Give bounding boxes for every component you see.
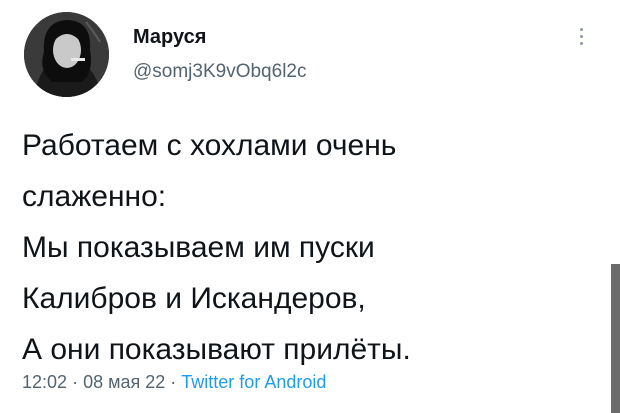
tweet-source-link[interactable]: Twitter for Android [181,372,326,392]
tweet-time[interactable]: 12:02 [22,372,67,392]
tweet-line: слаженно: [22,180,167,213]
display-name[interactable]: Маруся [133,26,206,49]
scrollbar[interactable] [611,264,620,413]
user-avatar-icon [24,12,109,97]
tweet-metadata: 12:02 · 08 мая 22 · Twitter for Android [22,372,326,393]
tweet-text: Работаем с хохлами очень слаженно: Мы по… [22,120,582,375]
tweet-line: Работаем с хохлами очень [22,129,397,162]
tweet-line: А они показывают прилёты. [22,333,411,366]
separator: · [72,372,79,392]
tweet-line: Калибров и Искандеров, [22,282,366,315]
tweet-line: Мы показываем им пуски [22,231,375,264]
more-options-icon[interactable] [576,28,586,50]
avatar[interactable] [24,12,109,97]
separator: · [170,372,177,392]
user-handle[interactable]: @somj3K9vObq6l2c [133,61,306,83]
tweet-date[interactable]: 08 мая 22 [83,372,165,392]
